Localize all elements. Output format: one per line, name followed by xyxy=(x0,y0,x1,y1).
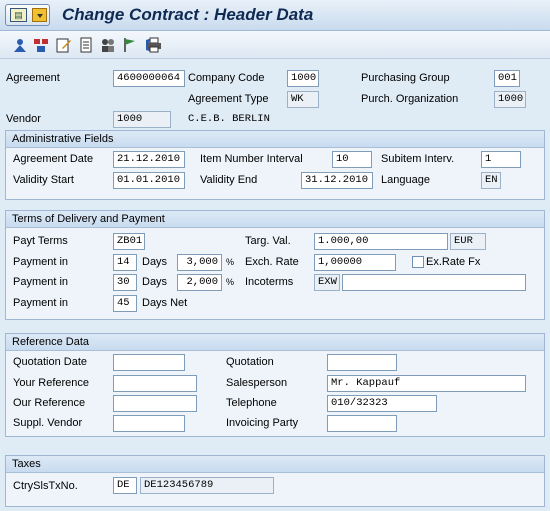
agreement-field[interactable]: 4600000064 xyxy=(113,70,185,87)
payment-days-field-3[interactable]: 45 xyxy=(113,295,137,312)
company-code-label: Company Code xyxy=(188,72,265,84)
currency-field[interactable]: EUR xyxy=(450,233,486,250)
edit-note-icon[interactable] xyxy=(56,37,72,53)
payment-days-field-2[interactable]: 30 xyxy=(113,274,137,291)
salesperson-field[interactable]: Mr. Kappauf xyxy=(327,375,526,392)
taxes-group: Taxes xyxy=(5,455,545,507)
print-icon[interactable] xyxy=(146,37,162,53)
document-icon[interactable] xyxy=(78,37,94,53)
org-icon[interactable] xyxy=(33,37,49,53)
taxes-title: Taxes xyxy=(6,456,544,473)
quotation-field[interactable] xyxy=(327,354,397,371)
partners-icon[interactable] xyxy=(100,37,116,53)
company-code-field[interactable]: 1000 xyxy=(287,70,319,87)
validity-start-field[interactable]: 01.01.2010 xyxy=(113,172,185,189)
person-icon[interactable] xyxy=(12,37,28,53)
agreement-date-field[interactable]: 21.12.2010 xyxy=(113,151,185,168)
quotation-label: Quotation xyxy=(226,356,274,368)
purch-organization-field[interactable]: 1000 xyxy=(494,91,526,108)
language-field[interactable]: EN xyxy=(481,172,501,189)
telephone-label: Telephone xyxy=(226,397,277,409)
agreement-type-field[interactable]: WK xyxy=(287,91,319,108)
quotation-date-label: Quotation Date xyxy=(13,356,87,368)
purchasing-group-field[interactable]: 001 xyxy=(494,70,520,87)
agreement-label: Agreement xyxy=(6,72,60,84)
purchasing-group-label: Purchasing Group xyxy=(361,72,450,84)
vendor-label: Vendor xyxy=(6,113,41,125)
agreement-date-label: Agreement Date xyxy=(13,153,94,165)
purch-organization-label: Purch. Organization xyxy=(361,93,459,105)
payt-terms-label: Payt Terms xyxy=(13,235,68,247)
your-reference-label: Your Reference xyxy=(13,377,90,389)
percent-sign-1: % xyxy=(226,257,235,267)
item-number-interval-field[interactable]: 10 xyxy=(332,151,372,168)
invoicing-party-label: Invoicing Party xyxy=(226,417,299,429)
item-number-interval-label: Item Number Interval xyxy=(200,153,303,165)
days-label-2: Days xyxy=(142,276,168,288)
target-value-label: Targ. Val. xyxy=(245,235,291,247)
application-toolbar xyxy=(0,31,550,59)
target-value-field[interactable]: 1.000,00 xyxy=(314,233,448,250)
ctry-sls-tx-no-label: CtrySlsTxNo. xyxy=(13,480,78,492)
salesperson-label: Salesperson xyxy=(226,377,288,389)
reference-data-title: Reference Data xyxy=(6,334,544,351)
validity-end-label: Validity End xyxy=(200,174,258,186)
days-net-label: Days Net xyxy=(142,297,188,309)
incoterms-label: Incoterms xyxy=(245,276,294,288)
quotation-date-field[interactable] xyxy=(113,354,185,371)
ex-rate-fx-checkbox[interactable] xyxy=(412,256,424,268)
payment-in-label-1: Payment in xyxy=(13,256,69,268)
incoterms-field[interactable]: EXW xyxy=(314,274,340,291)
language-label: Language xyxy=(381,174,430,186)
payt-terms-field[interactable]: ZB01 xyxy=(113,233,145,250)
suppl-vendor-field[interactable] xyxy=(113,415,185,432)
page-title: Change Contract : Header Data xyxy=(62,5,314,24)
exch-rate-field[interactable]: 1,00000 xyxy=(314,254,396,271)
payment-percent-field-1[interactable]: 3,000 xyxy=(177,254,222,271)
vendor-field[interactable]: 1000 xyxy=(113,111,171,128)
terms-of-delivery-title: Terms of Delivery and Payment xyxy=(6,211,544,228)
country-field[interactable]: DE xyxy=(113,477,137,494)
payment-in-label-2: Payment in xyxy=(13,276,69,288)
percent-sign-2: % xyxy=(226,277,235,287)
validity-start-label: Validity Start xyxy=(13,174,74,186)
vat-number-field[interactable]: DE123456789 xyxy=(140,477,274,494)
our-reference-field[interactable] xyxy=(113,395,197,412)
validity-end-field[interactable]: 31.12.2010 xyxy=(301,172,373,189)
subitem-interval-label: Subitem Interv. xyxy=(381,153,455,165)
our-reference-label: Our Reference xyxy=(13,397,86,409)
system-menu-button[interactable]: ▤ xyxy=(5,4,50,26)
exch-rate-label: Exch. Rate xyxy=(245,256,299,268)
flag-icon[interactable] xyxy=(122,37,138,53)
ex-rate-fx-label: Ex.Rate Fx xyxy=(426,256,481,268)
dropdown-arrow-icon xyxy=(32,8,47,22)
title-bar: ▤ Change Contract : Header Data xyxy=(0,0,550,31)
subitem-interval-field[interactable]: 1 xyxy=(481,151,521,168)
payment-days-field-1[interactable]: 14 xyxy=(113,254,137,271)
agreement-type-label: Agreement Type xyxy=(188,93,269,105)
payment-in-label-3: Payment in xyxy=(13,297,69,309)
days-label-1: Days xyxy=(142,256,168,268)
telephone-field[interactable]: 010/32323 xyxy=(327,395,437,412)
invoicing-party-field[interactable] xyxy=(327,415,397,432)
administrative-fields-title: Administrative Fields xyxy=(6,131,544,148)
your-reference-field[interactable] xyxy=(113,375,197,392)
menu-icon: ▤ xyxy=(10,8,27,22)
payment-percent-field-2[interactable]: 2,000 xyxy=(177,274,222,291)
incoterms-text-field[interactable] xyxy=(342,274,526,291)
vendor-name: C.E.B. BERLIN xyxy=(188,113,270,125)
suppl-vendor-label: Suppl. Vendor xyxy=(13,417,83,429)
